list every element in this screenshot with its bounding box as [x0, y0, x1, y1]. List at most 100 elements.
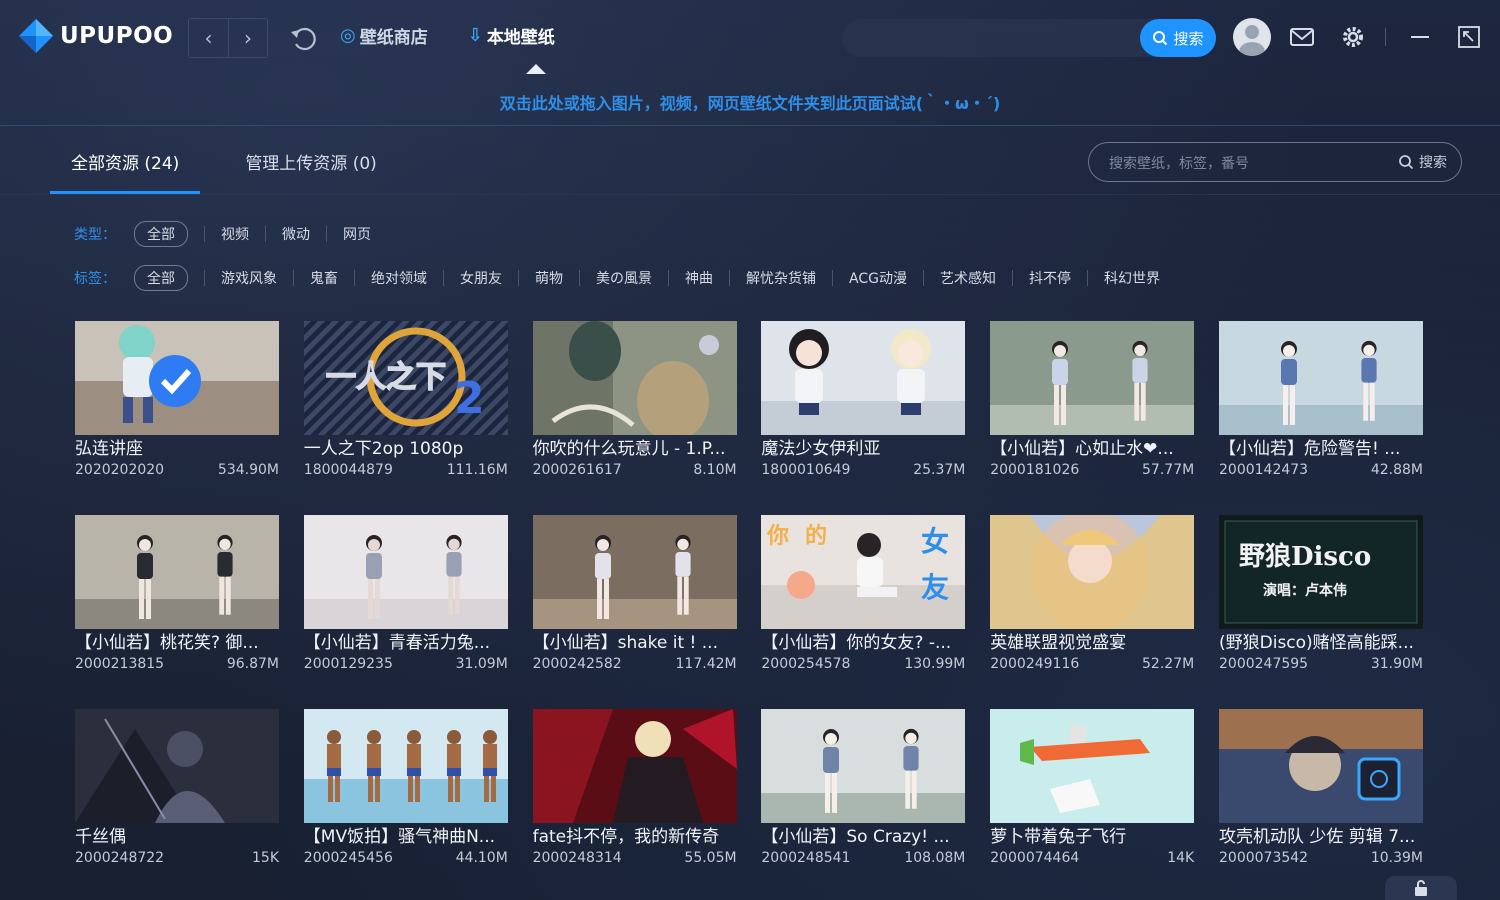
minimize-icon[interactable] — [1407, 24, 1433, 50]
nav-local-wallpaper[interactable]: ⇩ 本地壁纸 — [468, 23, 555, 48]
wallpaper-search-button[interactable]: 搜索 — [1398, 152, 1447, 172]
wallpaper-thumbnail[interactable]: 野狼Disco 演唱：卢本伟 — [1219, 515, 1423, 629]
wallpaper-thumbnail[interactable]: 你 的 女 友 — [761, 515, 966, 629]
global-search-bar[interactable]: 搜索 — [842, 19, 1216, 57]
wallpaper-title: 【MV饭拍】骚气神曲N... — [303, 827, 496, 847]
type-option-video[interactable]: 视频 — [205, 224, 265, 244]
wallpaper-card[interactable]: 攻壳机动队 少佐 剪辑 7... 2000073542 10.39M — [1219, 709, 1423, 866]
wallpaper-thumbnail[interactable] — [75, 321, 279, 435]
nav-wallpaper-store[interactable]: ◎ 壁纸商店 — [340, 23, 428, 48]
tag-option[interactable]: 女朋友 — [444, 268, 518, 288]
svg-text:野狼Disco: 野狼Disco — [1239, 541, 1371, 572]
global-search-button[interactable]: 搜索 — [1140, 19, 1216, 57]
wallpaper-thumbnail[interactable] — [990, 515, 1195, 629]
tag-option[interactable]: 美の風景 — [580, 268, 668, 288]
wallpaper-card[interactable]: 【小仙若】危险警告! ... 2000142473 42.88M — [1219, 321, 1423, 478]
shrink-window-icon[interactable] — [1456, 24, 1482, 50]
wallpaper-card[interactable]: 魔法少女伊利亚 1800010649 25.37M — [761, 321, 966, 478]
tag-option[interactable]: 科幻世界 — [1088, 268, 1176, 288]
tag-option[interactable]: ACG动漫 — [833, 268, 923, 288]
wallpaper-card[interactable]: fate抖不停，我的新传奇 2000248314 55.05M — [532, 709, 737, 866]
wallpaper-card[interactable]: 野狼Disco 演唱：卢本伟 (野狼Disco)赌怪高能踩... 2000247… — [1219, 515, 1423, 672]
wallpaper-thumbnail[interactable] — [1219, 709, 1423, 823]
wallpaper-size: 8.10M — [693, 462, 737, 478]
carrot-thumb-art — [990, 709, 1195, 823]
wallpaper-thumbnail[interactable] — [761, 321, 966, 435]
type-option-micro[interactable]: 微动 — [266, 224, 326, 244]
wallpaper-id: 2000142473 — [1219, 462, 1309, 478]
wallpaper-card[interactable]: 一人之下 2 一人之下2op 1080p 1800044879 111.16M — [303, 321, 508, 478]
wallpaper-card[interactable]: 【小仙若】心如止水❤... 2000181026 57.77M — [990, 321, 1195, 478]
wallpaper-card[interactable]: 弘连讲座 2020202020 534.90M — [75, 321, 279, 478]
wallpaper-card[interactable]: 千丝偶 2000248722 15K — [75, 709, 279, 866]
drop-zone-hint[interactable]: 双击此处或拖入图片，视频，网页壁纸文件夹到此页面试试(｀・ω・´) — [0, 76, 1500, 126]
wallpaper-title: 【小仙若】你的女友? -... — [761, 633, 952, 653]
wallpaper-thumbnail[interactable] — [532, 709, 737, 823]
wallpaper-meta: 1800044879 111.16M — [304, 462, 508, 478]
meme-thumb-art — [532, 321, 737, 435]
type-option-all[interactable]: 全部 — [134, 221, 188, 247]
tag-option[interactable]: 鬼畜 — [294, 268, 354, 288]
wallpaper-thumbnail[interactable]: 一人之下 2 — [303, 321, 508, 435]
wallpaper-thumbnail[interactable] — [761, 709, 966, 823]
wallpaper-thumbnail[interactable] — [1219, 321, 1423, 435]
wallpaper-card[interactable]: 【小仙若】So Crazy! ... 2000248541 108.08M — [761, 709, 966, 866]
wallpaper-meta: 2000247595 31.90M — [1219, 656, 1423, 672]
tag-option[interactable]: 艺术感知 — [924, 268, 1012, 288]
wallpaper-title: 千丝偶 — [75, 827, 126, 847]
wallpaper-thumbnail[interactable] — [75, 515, 279, 629]
refresh-icon[interactable] — [288, 22, 320, 54]
wallpaper-thumbnail[interactable] — [990, 321, 1195, 435]
wallpaper-thumbnail[interactable] — [532, 321, 737, 435]
wallpaper-meta: 2000248314 55.05M — [533, 850, 737, 866]
svg-text:的: 的 — [805, 523, 827, 549]
app-logo[interactable]: UPUPOO — [18, 18, 173, 54]
wallpaper-thumbnail[interactable] — [75, 709, 279, 823]
tag-option[interactable]: 游戏风象 — [205, 268, 293, 288]
svg-text:2: 2 — [454, 373, 485, 424]
type-option-web[interactable]: 网页 — [327, 224, 387, 244]
wallpaper-size: 111.16M — [446, 462, 508, 478]
tab-all-resources[interactable]: 全部资源 (24) — [50, 138, 201, 194]
wallpaper-meta: 1800010649 25.37M — [761, 462, 965, 478]
wallpaper-search[interactable]: 搜索壁纸，标签，番号 搜索 — [1088, 142, 1462, 182]
tag-option[interactable]: 神曲 — [669, 268, 729, 288]
avatar[interactable] — [1233, 18, 1271, 56]
wallpaper-search-input[interactable]: 搜索壁纸，标签，番号 — [1109, 153, 1249, 173]
tab-manage-uploads[interactable]: 管理上传资源 (0) — [224, 138, 397, 194]
girlfriend-thumb-art: 你 的 女 友 — [761, 515, 966, 629]
wallpaper-card[interactable]: 你 的 女 友 【小仙若】你的女友? -... 2000254578 130.9… — [761, 515, 966, 672]
gear-icon[interactable] — [1340, 24, 1366, 50]
top-nav: ◎ 壁纸商店 ⇩ 本地壁纸 — [340, 23, 555, 48]
wallpaper-card[interactable]: 【小仙若】青春活力兔... 2000129235 31.09M — [303, 515, 508, 672]
verified-badge-thumb-art — [75, 321, 279, 435]
wallpaper-size: 44.10M — [455, 850, 508, 866]
wallpaper-thumbnail[interactable] — [303, 709, 508, 823]
mail-icon[interactable] — [1289, 24, 1315, 50]
history-nav: ‹ › — [188, 18, 268, 58]
wallpaper-meta: 2000254578 130.99M — [761, 656, 965, 672]
wallpaper-title: 【小仙若】青春活力兔... — [303, 633, 491, 653]
wallpaper-size: 55.05M — [684, 850, 737, 866]
forward-button[interactable]: › — [228, 19, 267, 57]
tag-option[interactable]: 全部 — [134, 265, 188, 291]
wallpaper-thumbnail[interactable] — [303, 515, 508, 629]
wallpaper-meta: 2000248541 108.08M — [761, 850, 965, 866]
wallpaper-thumbnail[interactable] — [532, 515, 737, 629]
wallpaper-card[interactable]: 【小仙若】shake it ! ... 2000242582 117.42M — [532, 515, 737, 672]
tag-option[interactable]: 绝对领域 — [355, 268, 443, 288]
wallpaper-card[interactable]: 你吹的什么玩意儿 - 1.P... 2000261617 8.10M — [532, 321, 737, 478]
wallpaper-card[interactable]: 萝卜带着兔子飞行 2000074464 14K — [990, 709, 1195, 866]
lock-button[interactable] — [1385, 876, 1457, 900]
wallpaper-card[interactable]: 【小仙若】桃花笑? 御... 2000213815 96.87M — [75, 515, 279, 672]
outcast-logo-thumb-art: 一人之下 2 — [303, 321, 508, 435]
beach-thumb-art — [303, 709, 508, 823]
tag-option[interactable]: 萌物 — [519, 268, 579, 288]
wallpaper-card[interactable]: 【MV饭拍】骚气神曲N... 2000245456 44.10M — [303, 709, 508, 866]
wallpaper-card[interactable]: 英雄联盟视觉盛宴 2000249116 52.27M — [990, 515, 1195, 672]
tag-option[interactable]: 抖不停 — [1013, 268, 1087, 288]
tag-filter: 标签： 全部 游戏风象 鬼畜 绝对领域 女朋友 萌物 美の風景 神曲 解忧杂货铺 ACG动漫 艺术感… — [74, 265, 1176, 291]
tag-option[interactable]: 解忧杂货铺 — [730, 268, 832, 288]
back-button[interactable]: ‹ — [189, 19, 228, 57]
wallpaper-thumbnail[interactable] — [990, 709, 1195, 823]
